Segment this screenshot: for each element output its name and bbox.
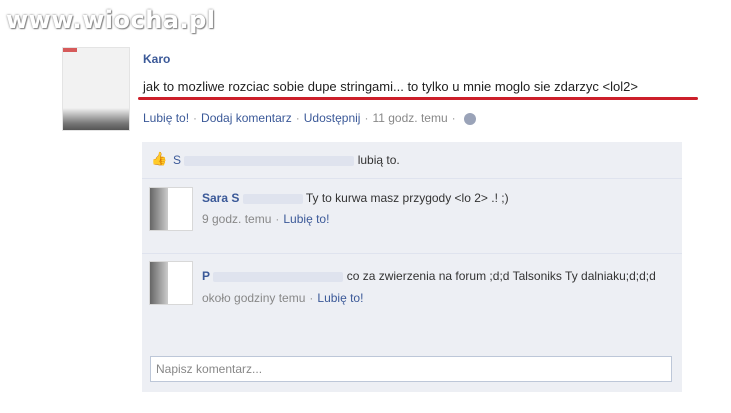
comment-text: co za zwierzenia na forum ;d;d Talsoniks…: [346, 269, 656, 283]
likers-names-redaction: [184, 155, 355, 166]
thumbs-up-icon: 👍: [151, 151, 168, 166]
comment-like-link[interactable]: Lubię to!: [283, 212, 329, 226]
comment-input-box[interactable]: [150, 356, 672, 382]
comment-like-link[interactable]: Lubię to!: [317, 291, 363, 305]
separator-dot: ·: [193, 111, 198, 125]
separator-dot: ·: [364, 111, 369, 125]
post-author-name[interactable]: Karo: [143, 52, 170, 66]
comment-author-avatar[interactable]: [149, 187, 193, 231]
globe-icon[interactable]: [463, 112, 476, 125]
likes-summary-row: 👍 S lubią to.: [142, 142, 682, 179]
highlight-underline: [138, 97, 698, 100]
separator-dot: ·: [295, 111, 300, 125]
comment-timestamp[interactable]: 9 godz. temu: [202, 212, 271, 226]
comment-input[interactable]: [151, 357, 671, 381]
comment-author-name[interactable]: P: [202, 269, 210, 283]
avatar-dark-shade: [63, 108, 129, 130]
comment-body: Sara S Ty to kurwa masz przygody <lo 2> …: [202, 190, 662, 227]
post-share-link[interactable]: Udostępnij: [304, 111, 361, 125]
separator-dot: ·: [451, 111, 456, 125]
avatar-shade: [150, 188, 168, 230]
post-comment-link[interactable]: Dodaj komentarz: [201, 111, 292, 125]
comment-author-redaction: [242, 193, 303, 204]
post-like-link[interactable]: Lubię to!: [143, 111, 189, 125]
separator-dot: ·: [275, 212, 280, 226]
comment-text: Ty to kurwa masz przygody <lo 2> .! ;): [305, 191, 509, 205]
comment-timestamp[interactable]: około godziny temu: [202, 291, 305, 305]
comment-meta: 9 godz. temu · Lubię to!: [202, 211, 662, 227]
author-name-redaction: [176, 51, 210, 63]
comment-meta: około godziny temu · Lubię to!: [202, 290, 662, 306]
likes-summary-text: S lubią to.: [173, 153, 400, 167]
avatar-red-mark: [63, 48, 77, 52]
post-message: jak to mozliwe rozciac sobie dupe string…: [143, 79, 638, 94]
comments-panel: 👍 S lubią to. Sara S Ty to kurwa masz pr…: [142, 142, 682, 392]
comment-author-name[interactable]: Sara S: [202, 191, 239, 205]
likers-names-link[interactable]: S: [173, 153, 181, 167]
separator-dot: ·: [309, 291, 314, 305]
likes-suffix: lubią to.: [357, 153, 400, 167]
comment-body: P co za zwierzenia na forum ;d;d Talsoni…: [202, 268, 662, 306]
site-watermark: www.wiocha.pl: [6, 6, 216, 34]
post-timestamp[interactable]: 11 godz. temu: [372, 111, 447, 125]
avatar-shade: [150, 262, 168, 304]
comment-item: P co za zwierzenia na forum ;d;d Talsoni…: [142, 254, 682, 340]
post-author-avatar[interactable]: [62, 47, 130, 131]
comment-author-avatar[interactable]: [149, 261, 193, 305]
post-actions-bar: Lubię to! · Dodaj komentarz · Udostępnij · 11 …: [143, 111, 476, 125]
comment-author-redaction: [213, 271, 344, 282]
comment-item: Sara S Ty to kurwa masz przygody <lo 2> …: [142, 179, 682, 254]
